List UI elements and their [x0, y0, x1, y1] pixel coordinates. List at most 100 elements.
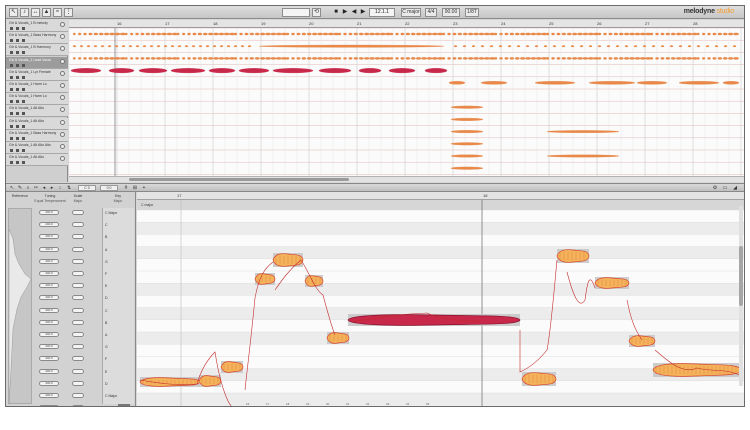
arrangement-note-blob[interactable]	[665, 57, 671, 60]
meter-button[interactable]: 4/4	[425, 8, 437, 17]
arrangement-note-blob[interactable]	[156, 32, 162, 36]
arrangement-note-blob[interactable]	[187, 57, 191, 60]
arrangement-note-blob[interactable]	[93, 57, 99, 60]
arrangement-scroll-thumb[interactable]	[129, 178, 349, 181]
arrangement-note-blob[interactable]	[270, 32, 277, 36]
note-blob[interactable]	[594, 277, 630, 289]
arrangement-note-blob[interactable]	[489, 45, 494, 48]
editor-vertical-scrollbar[interactable]	[739, 206, 743, 386]
arrangement-note-blob[interactable]	[618, 57, 624, 60]
arrangement-note-blob[interactable]	[670, 32, 676, 36]
arrangement-note-blob[interactable]	[733, 32, 739, 36]
arrangement-note-blob[interactable]	[177, 45, 182, 48]
arrangement-note-blob[interactable]	[182, 32, 186, 36]
track-arm-icon[interactable]	[22, 27, 25, 30]
arrangement-note-blob[interactable]	[318, 68, 352, 74]
note-blob[interactable]	[652, 363, 742, 377]
arrangement-note-blob[interactable]	[655, 57, 659, 60]
arrangement-note-blob[interactable]	[651, 45, 656, 48]
arrangement-note-blob[interactable]	[520, 57, 526, 60]
arrangement-note-blob[interactable]	[499, 32, 503, 36]
arrangement-note-blob[interactable]	[249, 32, 255, 36]
arrangement-note-blob[interactable]	[717, 57, 723, 60]
arrangement-note-blob[interactable]	[238, 68, 270, 74]
tuning-field[interactable]: 440.0	[39, 332, 59, 337]
tuning-field[interactable]: 440.0	[39, 222, 59, 228]
arrangement-note-blob[interactable]	[270, 57, 277, 60]
track-header[interactable]: Gtr & Vocals_1 Alt Alto Alto	[6, 142, 68, 154]
arrangement-note-blob[interactable]	[702, 57, 706, 60]
arrangement-note-blob[interactable]	[198, 45, 203, 48]
track-header[interactable]: Gtr & Vocals_1 Lyr Female	[6, 68, 68, 81]
arrangement-note-blob[interactable]	[130, 57, 134, 60]
scale-field[interactable]	[72, 283, 84, 289]
separation-tool-icon[interactable]: ⋮	[64, 8, 73, 17]
arrangement-note-blob[interactable]	[239, 57, 243, 60]
arrangement-note-blob[interactable]	[306, 32, 312, 36]
arrangement-note-blob[interactable]	[588, 81, 636, 85]
track-solo-icon[interactable]	[16, 75, 19, 79]
track-mute-icon[interactable]	[10, 27, 13, 30]
arrangement-note-blob[interactable]	[166, 32, 173, 36]
tuning-field[interactable]: 440.0	[39, 271, 59, 276]
arrangement-note-blob[interactable]	[670, 57, 676, 60]
arrangement-note-blob[interactable]	[478, 32, 485, 36]
arrangement-note-blob[interactable]	[543, 45, 548, 48]
arrangement-note-blob[interactable]	[457, 57, 463, 60]
track-header[interactable]: Gtr & Vocals_1 Bass Harmony	[6, 129, 68, 142]
arrangement-note-blob[interactable]	[114, 57, 121, 60]
arrangement-note-blob[interactable]	[707, 32, 711, 36]
arrangement-note-blob[interactable]	[265, 32, 271, 36]
arrangement-note-blob[interactable]	[260, 57, 266, 60]
note-blob[interactable]	[521, 372, 557, 386]
arrangement-note-blob[interactable]	[478, 57, 485, 60]
arrangement-note-blob[interactable]	[104, 57, 110, 60]
arrangement-note-blob[interactable]	[603, 32, 607, 36]
arrangement-note-blob[interactable]	[301, 57, 307, 60]
track-arm-icon[interactable]	[22, 75, 25, 79]
arrangement-note-blob[interactable]	[176, 57, 180, 60]
note-blob[interactable]	[220, 361, 244, 373]
arrangement-note-blob[interactable]	[192, 32, 197, 36]
arrangement-note-blob[interactable]	[176, 32, 180, 36]
track-solo-icon[interactable]	[16, 63, 19, 67]
arrangement-note-blob[interactable]	[582, 57, 589, 60]
arrangement-note-blob[interactable]	[534, 45, 539, 48]
arrangement-note-blob[interactable]	[184, 45, 189, 48]
arrangement-note-blob[interactable]	[566, 57, 572, 60]
arrangement-note-blob[interactable]	[353, 32, 359, 36]
arrangement-note-blob[interactable]	[312, 57, 318, 60]
arrangement-note-blob[interactable]	[142, 45, 147, 48]
tuning-field[interactable]: 440.0	[39, 356, 59, 362]
track-mute-icon[interactable]	[10, 136, 13, 140]
arrangement-note-blob[interactable]	[135, 45, 140, 48]
arrangement-note-blob[interactable]	[72, 45, 77, 48]
track-volume-knob[interactable]	[60, 70, 65, 76]
pitch-tool-icon[interactable]: ♪	[20, 8, 29, 17]
arrangement-note-blob[interactable]	[192, 57, 197, 60]
cycle-icon[interactable]: ⟲	[312, 8, 321, 17]
arrangement-note-blob[interactable]	[86, 45, 91, 48]
arrangement-note-blob[interactable]	[462, 45, 467, 48]
scale-field[interactable]	[72, 332, 84, 337]
arrangement-note-blob[interactable]	[712, 57, 717, 60]
arrangement-note-blob[interactable]	[239, 32, 243, 36]
arrangement-note-blob[interactable]	[717, 32, 723, 36]
track-header[interactable]: Gtr & Vocals_1 Alt Alto	[6, 105, 68, 118]
arrangement-note-blob[interactable]	[624, 32, 630, 36]
arrangement-ruler[interactable]: 16 17 18 19 20 21 22 23 24 25 26 27 28	[69, 20, 744, 28]
arrangement-note-blob[interactable]	[468, 57, 474, 60]
track-solo-icon[interactable]	[16, 88, 19, 91]
arrangement-note-blob[interactable]	[400, 32, 405, 36]
arrangement-note-blob[interactable]	[450, 117, 484, 121]
arrangement-note-blob[interactable]	[93, 32, 99, 36]
scale-field[interactable]	[72, 393, 84, 398]
arrangement-note-blob[interactable]	[525, 57, 531, 60]
arrangement-note-blob[interactable]	[687, 45, 692, 48]
arrangement-note-blob[interactable]	[109, 32, 115, 36]
arrangement-note-blob[interactable]	[234, 32, 238, 36]
arrangement-note-blob[interactable]	[140, 32, 145, 36]
track-arm-icon[interactable]	[22, 100, 25, 104]
arrangement-note-blob[interactable]	[504, 32, 509, 36]
grid-icon[interactable]: #	[123, 185, 129, 191]
